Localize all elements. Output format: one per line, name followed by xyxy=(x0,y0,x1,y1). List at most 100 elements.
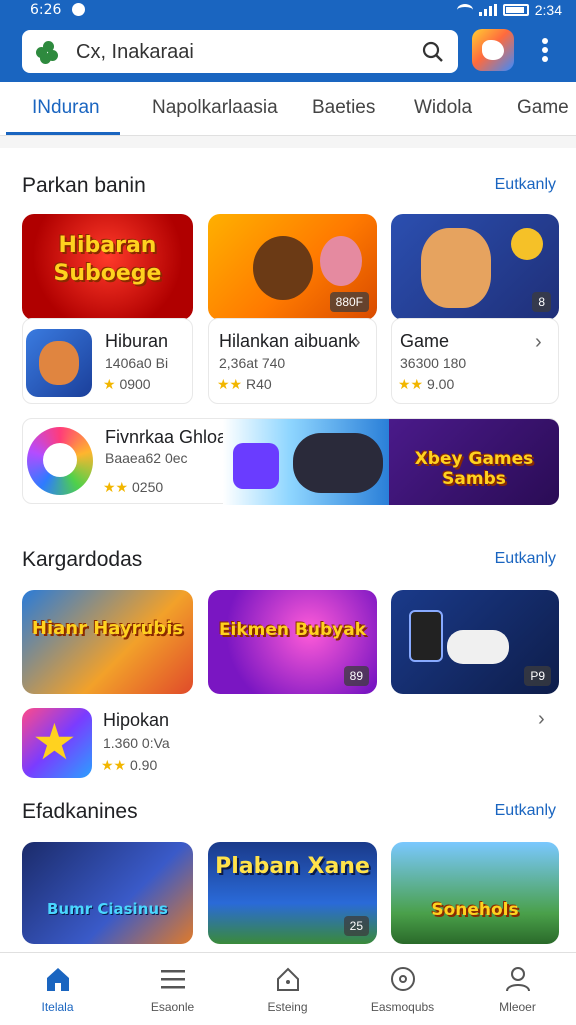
nav-item-profile[interactable]: Mleoer xyxy=(460,953,575,1025)
app-rating: ★★ 0250 xyxy=(103,479,164,495)
tab-induran[interactable]: INduran xyxy=(32,97,100,119)
app-icon[interactable]: ★ xyxy=(22,708,92,778)
search-icon[interactable] xyxy=(422,41,444,63)
see-more-link[interactable]: Eutkanly xyxy=(495,550,556,568)
promo-art-text: Xbey Games Sambs xyxy=(414,449,534,489)
app-title: Game xyxy=(400,331,450,351)
controller-illustration xyxy=(223,419,389,505)
tab-indicator xyxy=(6,132,120,135)
signal-icon xyxy=(478,4,497,16)
game-banner[interactable]: Sonehols xyxy=(391,842,559,944)
nav-label: Esteing xyxy=(267,1000,308,1014)
app-rating: ★★ 0.90 xyxy=(101,757,158,773)
avatar[interactable] xyxy=(472,29,514,71)
house-outline-icon xyxy=(277,967,299,991)
tab-baeties[interactable]: Baeties xyxy=(312,97,375,119)
banner-chip: 8 xyxy=(532,292,551,312)
person-icon xyxy=(506,967,530,992)
banner-chip: 880F xyxy=(329,292,369,312)
see-more-link[interactable]: Eutkanly xyxy=(495,176,556,194)
search-input[interactable]: Cx, Inakaraai xyxy=(76,41,194,64)
chevron-right-icon[interactable]: › xyxy=(354,331,361,354)
nav-label: Itelala xyxy=(41,1000,74,1014)
status-time: 6:26 xyxy=(30,2,62,18)
more-options-icon[interactable] xyxy=(538,38,552,64)
games-promo-art: Xbey Games Sambs xyxy=(389,419,559,505)
tab-napolkarlaasia[interactable]: Napolkarlaasia xyxy=(152,97,278,119)
star-icon: ★ xyxy=(103,376,116,392)
app-meta: Baaea62 0ec xyxy=(105,450,188,466)
app-card[interactable]: Game › 36300 180 ★★ 9.00 xyxy=(391,318,559,404)
tab-game[interactable]: Game xyxy=(517,97,569,119)
controller-illustration xyxy=(447,630,509,664)
app-meta: 1406a0 Bi xyxy=(105,355,169,371)
app-rating: ★★ 9.00 xyxy=(398,376,455,392)
game-banner[interactable]: 8 xyxy=(391,214,559,320)
disc-icon xyxy=(391,967,415,991)
battery-icon xyxy=(502,4,529,16)
star-icon: ★★ xyxy=(103,479,129,495)
chevron-right-icon[interactable]: › xyxy=(535,331,542,354)
game-banner[interactable]: 880F xyxy=(208,214,377,320)
chevron-right-icon[interactable]: › xyxy=(538,708,545,731)
section-title: Kargardodas xyxy=(22,548,143,571)
star-logo-icon: ★ xyxy=(32,714,77,770)
app-meta: 1.360 0:Va xyxy=(103,735,170,751)
top-app-bar: 6:26 2:34 Cx, Inakaraai xyxy=(0,0,576,82)
list-icon xyxy=(161,970,185,989)
banner-title: Bumr Ciasinus xyxy=(47,900,168,918)
tab-widola[interactable]: Widola xyxy=(414,97,472,119)
banner-title: Plaban Xane xyxy=(215,854,370,879)
banner-chip: P9 xyxy=(524,666,551,686)
character-illustration xyxy=(320,236,362,286)
nav-item-list[interactable]: Esaonle xyxy=(115,953,230,1025)
category-tabs: INduran Napolkarlaasia Baeties Widola Ga… xyxy=(0,82,576,136)
app-title: Hipokan xyxy=(103,710,170,730)
app-icon xyxy=(27,427,93,495)
game-banner[interactable]: P9 xyxy=(391,590,559,694)
wifi-icon xyxy=(456,4,473,16)
game-banner[interactable]: Hibaran Suboege xyxy=(22,214,193,320)
nav-item-disc[interactable]: Easmoqubs xyxy=(345,953,460,1025)
game-banner[interactable]: Hianr Hayrubis xyxy=(22,590,193,694)
see-more-link[interactable]: Eutkanly xyxy=(495,802,556,820)
phone-illustration xyxy=(409,610,443,662)
nav-label: Esaonle xyxy=(150,1000,195,1014)
game-banner[interactable]: Bumr Ciasinus xyxy=(22,842,193,944)
nav-label: Easmoqubs xyxy=(370,1000,435,1014)
app-meta: 36300 180 xyxy=(400,355,467,371)
star-icon: ★★ xyxy=(398,376,424,392)
alarm-icon xyxy=(72,3,85,16)
banner-title: Hianr Hayrubis xyxy=(31,618,184,639)
bottom-navigation: Itelala Esaonle Esteing Easmoqubs Mleoer xyxy=(0,952,576,1024)
app-rating: ★ 0900 xyxy=(103,376,151,392)
character-illustration xyxy=(253,236,313,300)
banner-chip: 89 xyxy=(343,666,369,686)
app-rating: ★★ R40 xyxy=(217,376,272,392)
banner-title: Eikmen Bubyak xyxy=(218,620,367,640)
star-icon: ★★ xyxy=(101,757,127,773)
app-logo-icon xyxy=(34,40,60,64)
star-icon: ★★ xyxy=(217,376,243,392)
app-card[interactable]: Hilankan aibuank › 2,36at 740 ★★ R40 xyxy=(208,318,377,404)
app-meta: 2,36at 740 xyxy=(219,355,286,371)
section-divider xyxy=(0,136,576,148)
nav-item-home[interactable]: Itelala xyxy=(0,953,115,1025)
app-card[interactable]: Hiburan 1406a0 Bi ★ 0900 xyxy=(22,318,193,404)
app-title: Hilankan aibuank xyxy=(219,331,358,351)
coin-icon xyxy=(511,228,543,260)
status-icons: 2:34 xyxy=(456,2,562,18)
nav-item-house[interactable]: Esteing xyxy=(230,953,345,1025)
status-clock: 2:34 xyxy=(534,2,562,18)
banner-title: Sonehols xyxy=(431,900,519,920)
character-illustration xyxy=(421,228,491,308)
app-title: Hiburan xyxy=(105,331,169,351)
promo-card[interactable]: Fivnrkaa Ghloanisn Baaea62 0ec ★★ 0250 X… xyxy=(22,418,559,505)
search-bar[interactable]: Cx, Inakaraai xyxy=(22,30,458,73)
game-banner[interactable]: Eikmen Bubyak 89 xyxy=(208,590,377,694)
section-title: Parkan banin xyxy=(22,174,146,197)
app-icon xyxy=(26,329,92,397)
status-bar: 6:26 2:34 xyxy=(0,0,576,22)
game-banner[interactable]: Plaban Xane 25 xyxy=(208,842,377,944)
home-icon xyxy=(47,968,69,991)
